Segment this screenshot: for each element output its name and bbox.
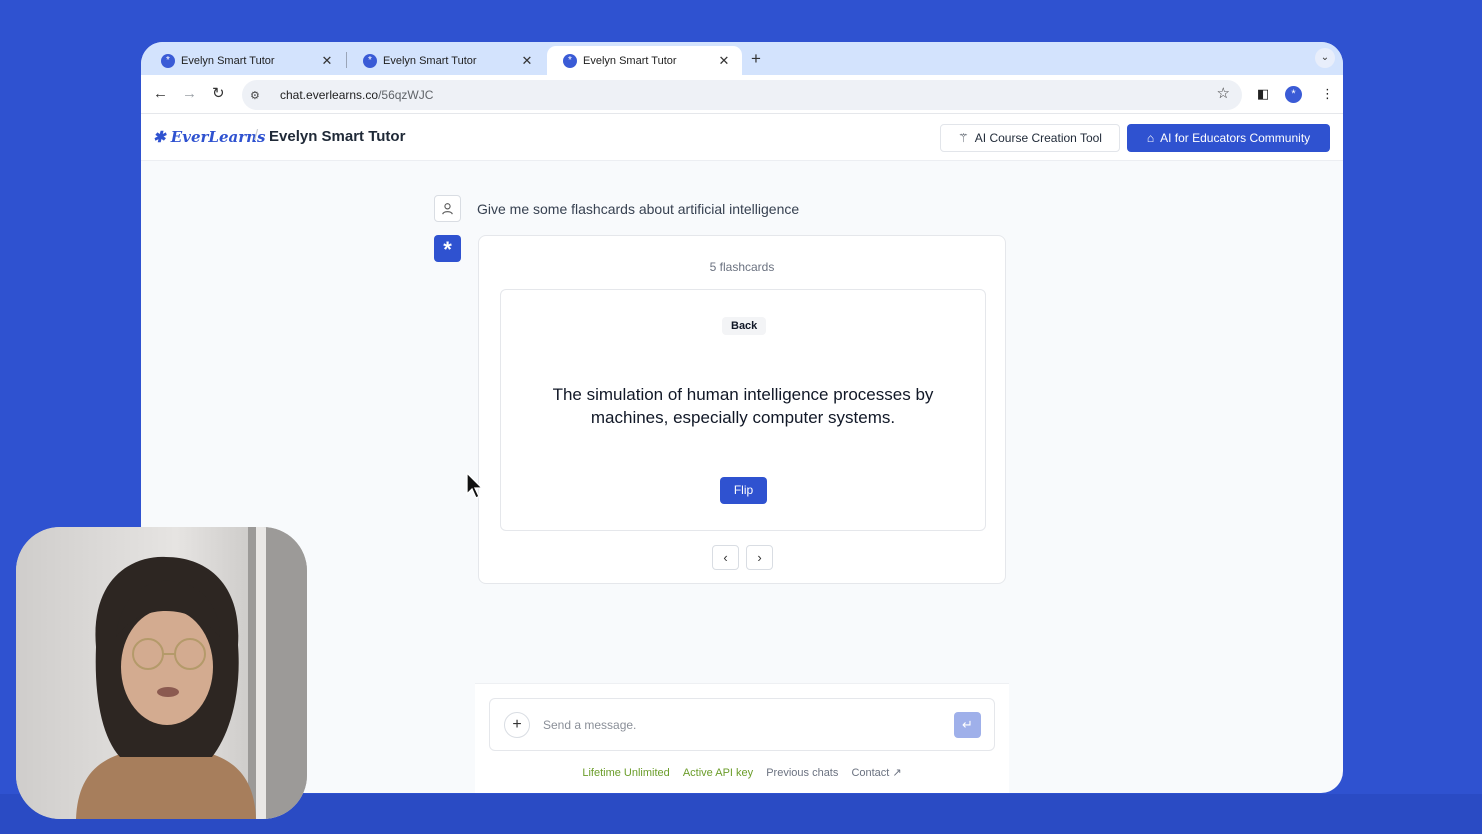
ai-course-creation-tool-button[interactable]: ⚚ AI Course Creation Tool: [940, 124, 1120, 152]
attach-plus-icon[interactable]: +: [504, 712, 530, 738]
contact-link[interactable]: Contact ↗: [851, 767, 901, 779]
person-icon: [442, 203, 453, 215]
footer-links: Lifetime Unlimited Active API key Previo…: [475, 766, 1009, 779]
brand-name: EverLearns: [170, 128, 266, 146]
user-message-text: Give me some flashcards about artificial…: [477, 200, 800, 217]
home-icon: ⌂: [1146, 131, 1155, 145]
mouse-cursor-icon: [466, 472, 484, 499]
user-avatar-icon: [434, 195, 461, 222]
previous-card-button[interactable]: ‹: [712, 545, 739, 570]
user-message-row: Give me some flashcards about artificial…: [434, 195, 799, 222]
browser-menu-icon[interactable]: ⋮: [1321, 85, 1334, 103]
flip-button[interactable]: Flip: [720, 477, 767, 504]
forward-arrow-icon[interactable]: →: [182, 85, 197, 103]
site-settings-icon[interactable]: ⚙: [250, 89, 266, 102]
tab-strip: * Evelyn Smart Tutor ✕ * Evelyn Smart Tu…: [141, 42, 1343, 75]
url-host: chat.everlearns.co: [280, 88, 379, 102]
reload-icon[interactable]: ↻: [212, 85, 225, 103]
page-title: Evelyn Smart Tutor: [269, 128, 406, 145]
tab-title: Evelyn Smart Tutor: [383, 54, 477, 67]
message-input[interactable]: [543, 714, 923, 736]
breadcrumb-separator: /: [254, 127, 259, 144]
send-enter-icon[interactable]: ↵: [954, 712, 981, 738]
course-tool-label: AI Course Creation Tool: [974, 131, 1102, 145]
tab-1[interactable]: * Evelyn Smart Tutor ✕: [145, 46, 345, 75]
message-composer: + ↵: [489, 698, 995, 751]
lifetime-unlimited-link[interactable]: Lifetime Unlimited: [582, 767, 669, 779]
tab-title: Evelyn Smart Tutor: [583, 54, 677, 67]
card-text: The simulation of human intelligence pro…: [552, 385, 934, 427]
active-api-key-link[interactable]: Active API key: [683, 767, 753, 779]
flashcard[interactable]: Back The simulation of human intelligenc…: [500, 289, 986, 531]
everlearns-logo[interactable]: ✱ EverLearns: [153, 128, 265, 146]
browser-toolbar: ← → ↻ ⚙ chat.everlearns.co/56qzWJC ☆ ◧ *…: [141, 75, 1343, 114]
app-header: ✱ EverLearns / Evelyn Smart Tutor ⚚ AI C…: [141, 114, 1343, 161]
tutor-avatar-icon: *: [434, 235, 461, 262]
card-side-badge: Back: [722, 317, 767, 335]
next-card-button[interactable]: ›: [746, 545, 773, 570]
tab-close-icon[interactable]: ✕: [319, 53, 335, 69]
tab-close-icon[interactable]: ✕: [519, 53, 535, 69]
tab-search-chevron-icon[interactable]: ⌄: [1315, 48, 1335, 68]
composer-area: + ↵ Lifetime Unlimited Active API key Pr…: [475, 683, 1009, 793]
extension-everlearns-icon[interactable]: *: [1285, 86, 1302, 103]
everlearns-favicon-icon: *: [563, 53, 577, 68]
address-bar[interactable]: ⚙ chat.everlearns.co/56qzWJC ☆: [242, 80, 1242, 110]
back-arrow-icon[interactable]: ←: [153, 85, 168, 103]
tab-close-icon[interactable]: ✕: [716, 53, 732, 69]
new-tab-button[interactable]: +: [751, 50, 761, 67]
presenter-video-image: [16, 527, 307, 819]
ai-for-educators-community-button[interactable]: ⌂ AI for Educators Community: [1127, 124, 1330, 152]
webcam-overlay: [16, 527, 307, 819]
flashcard-count: 5 flashcards: [709, 260, 775, 274]
previous-chats-link[interactable]: Previous chats: [766, 767, 838, 779]
tab-title: Evelyn Smart Tutor: [181, 54, 275, 67]
url-path: /56qzWJC: [378, 88, 434, 102]
bookmark-star-icon[interactable]: ☆: [1217, 86, 1230, 102]
url-text: chat.everlearns.co/56qzWJC: [280, 88, 433, 102]
side-panel-icon[interactable]: ◧: [1257, 85, 1269, 103]
community-label: AI for Educators Community: [1160, 131, 1311, 145]
flashcard-panel: 5 flashcards Back The simulation of huma…: [478, 235, 1006, 584]
browser-window: * Evelyn Smart Tutor ✕ * Evelyn Smart Tu…: [141, 42, 1343, 793]
everlearns-favicon-icon: *: [363, 53, 377, 68]
tab-2[interactable]: * Evelyn Smart Tutor ✕: [347, 46, 545, 75]
tab-3-active[interactable]: * Evelyn Smart Tutor ✕: [547, 46, 742, 75]
everlearns-favicon-icon: *: [161, 53, 175, 68]
magic-wand-icon: ⚚: [958, 131, 969, 145]
